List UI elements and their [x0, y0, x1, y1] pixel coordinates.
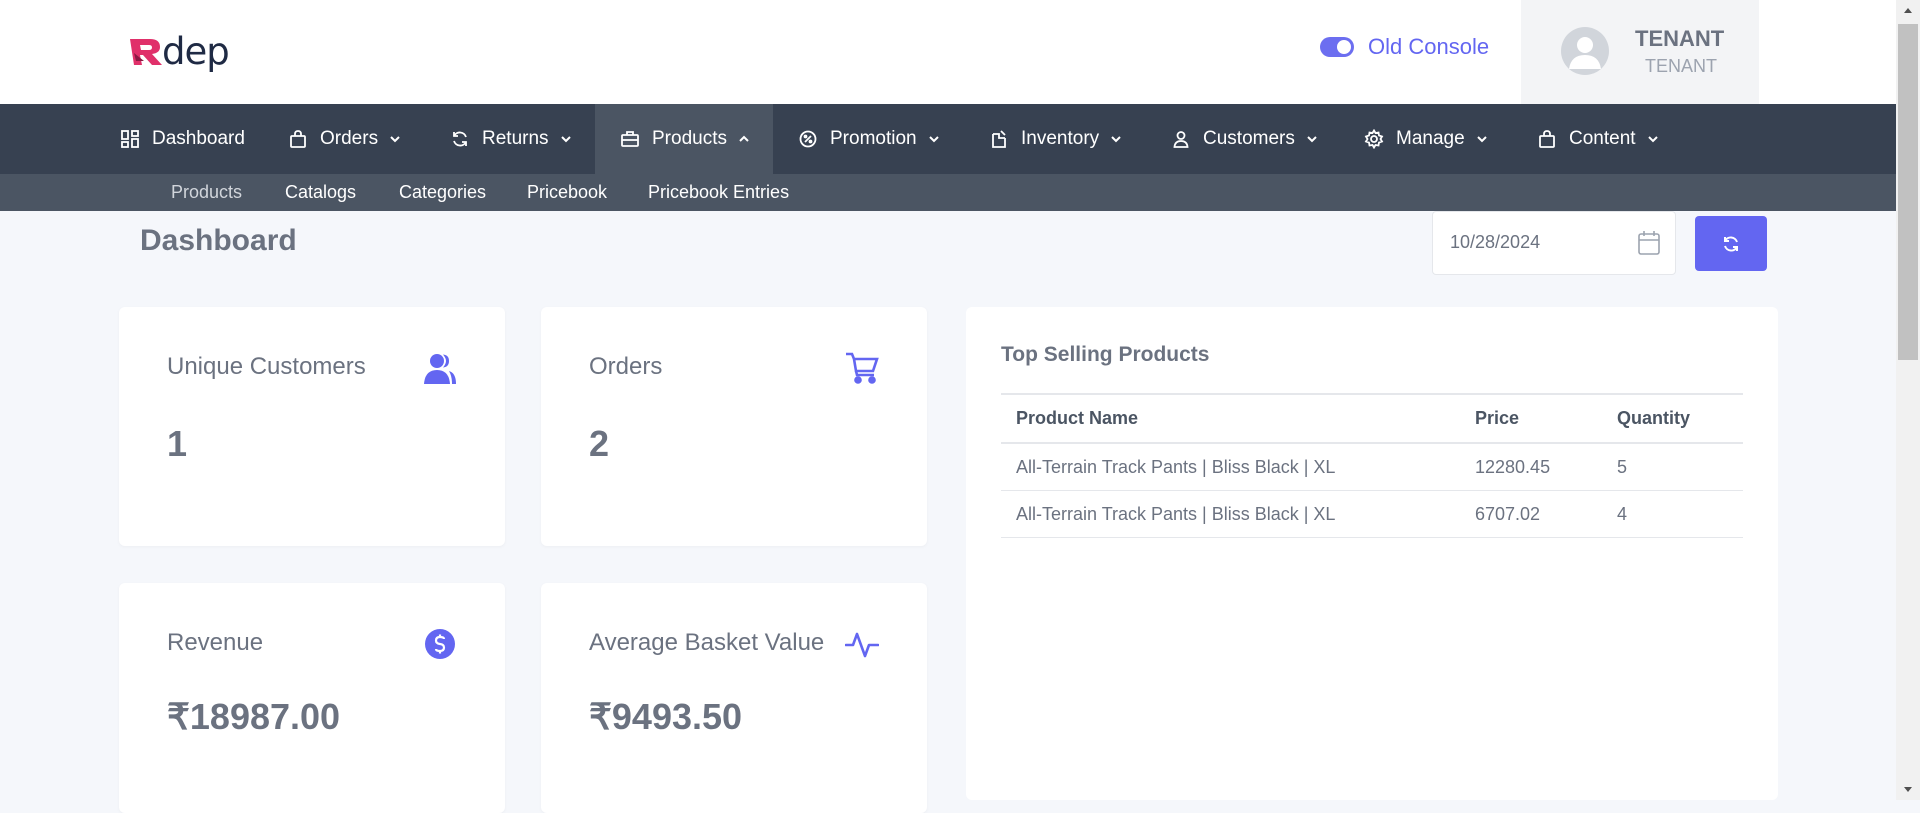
subnav-item-catalogs[interactable]: Catalogs: [285, 174, 356, 211]
card-title: Average Basket Value: [589, 629, 825, 656]
sub-nav: Products Catalogs Categories Pricebook P…: [0, 174, 1896, 211]
chevron-down-icon: [1305, 132, 1319, 146]
chevron-down-icon: [1646, 132, 1660, 146]
table-row[interactable]: All-Terrain Track Pants | Bliss Black | …: [1001, 444, 1743, 491]
nav-label: Products: [652, 128, 727, 149]
card-title: Revenue: [167, 629, 264, 656]
top-selling-table: Product Name Price Quantity All-Terrain …: [1001, 393, 1743, 538]
refresh-icon: [1724, 235, 1738, 252]
subnav-item-categories[interactable]: Categories: [399, 174, 486, 211]
nav-item-dashboard[interactable]: Dashboard: [120, 104, 245, 174]
nav-item-customers[interactable]: Customers: [1171, 104, 1319, 174]
nav-item-orders[interactable]: Orders: [288, 104, 402, 174]
users-icon: [423, 351, 457, 385]
subnav-item-pricebook[interactable]: Pricebook: [527, 174, 607, 211]
table-cell: 6707.02: [1475, 503, 1541, 524]
stat-card-revenue: Revenue ₹18987.00: [119, 583, 505, 813]
refresh-icon: [450, 129, 470, 149]
user-icon: [1171, 129, 1191, 149]
avatar-icon: [1561, 27, 1609, 75]
chevron-down-icon: [1475, 132, 1489, 146]
column-header[interactable]: Price: [1475, 395, 1519, 442]
subnav-item-pricebook-entries[interactable]: Pricebook Entries: [648, 174, 789, 211]
main-nav: Dashboard Orders Returns Products Promot…: [0, 104, 1896, 174]
briefcase-icon: [620, 129, 640, 149]
card-value: ₹9493.50: [589, 696, 743, 737]
nav-item-manage[interactable]: Manage: [1364, 104, 1489, 174]
nav-item-inventory[interactable]: Inventory: [989, 104, 1123, 174]
dollar-icon: [423, 627, 457, 661]
bag-icon: [1537, 129, 1557, 149]
stat-card-average-basket-value: Average Basket Value ₹9493.50: [541, 583, 927, 813]
gear-icon: [1364, 129, 1384, 149]
table-cell: All-Terrain Track Pants | Bliss Black | …: [1016, 456, 1336, 477]
nav-label: Inventory: [1021, 128, 1100, 149]
subnav-item-products[interactable]: Products: [171, 174, 242, 211]
chevron-up-icon: [737, 132, 751, 146]
chevron-down-icon: [388, 132, 402, 146]
page-title: Dashboard: [140, 224, 297, 257]
calendar-icon[interactable]: [1637, 230, 1661, 256]
refresh-button[interactable]: [1695, 216, 1767, 271]
card-title: Orders: [589, 353, 663, 380]
old-console-toggle[interactable]: Old Console: [1320, 34, 1489, 60]
scroll-thumb[interactable]: [1898, 24, 1918, 360]
activity-icon: [844, 627, 880, 661]
app-logo[interactable]: dep: [128, 30, 230, 73]
stat-card-orders: Orders 2: [541, 307, 927, 546]
table-cell: 5: [1617, 456, 1628, 477]
toggle-label[interactable]: Old Console: [1368, 34, 1489, 60]
nav-label: Customers: [1203, 128, 1295, 149]
card-value: 1: [167, 423, 188, 464]
card-value: ₹18987.00: [167, 696, 341, 737]
card-title: Unique Customers: [167, 353, 366, 380]
user-menu[interactable]: TENANT TENANT: [1521, 0, 1759, 104]
nav-label: Returns: [482, 128, 549, 149]
logo-mark-icon: [130, 38, 162, 65]
page-scrollbar[interactable]: [1896, 0, 1920, 800]
user-role: TENANT: [1645, 56, 1717, 76]
table-row[interactable]: All-Terrain Track Pants | Bliss Black | …: [1001, 491, 1743, 538]
nav-label: Manage: [1396, 128, 1465, 149]
date-input-value[interactable]: 10/28/2024: [1450, 232, 1540, 253]
scroll-up-arrow-icon[interactable]: [1896, 0, 1920, 20]
cart-icon: [845, 351, 879, 385]
top-header: dep Old Console TENANT TENANT: [0, 0, 1896, 104]
stat-card-unique-customers: Unique Customers 1: [119, 307, 505, 546]
chevron-down-icon: [927, 132, 941, 146]
user-name: TENANT: [1635, 26, 1725, 51]
nav-label: Content: [1569, 128, 1636, 149]
date-picker[interactable]: 10/28/2024: [1432, 211, 1676, 275]
column-header[interactable]: Quantity: [1617, 395, 1690, 442]
logo-text: dep: [162, 30, 230, 73]
badge-icon: [798, 129, 818, 149]
toggle-switch[interactable]: [1320, 37, 1354, 57]
chevron-down-icon: [1109, 132, 1123, 146]
chevron-down-icon: [559, 132, 573, 146]
nav-item-promotion[interactable]: Promotion: [798, 104, 941, 174]
column-header[interactable]: Product Name: [1016, 395, 1138, 442]
dashboard-icon: [120, 129, 140, 149]
card-value: 2: [589, 423, 610, 464]
nav-item-products[interactable]: Products: [595, 104, 773, 174]
nav-item-returns[interactable]: Returns: [450, 104, 573, 174]
bag-icon: [288, 129, 308, 149]
top-selling-products-card: Top Selling Products Product Name Price …: [966, 307, 1778, 800]
table-cell: 12280.45: [1475, 456, 1551, 477]
nav-label: Promotion: [830, 128, 917, 149]
inventory-icon: [989, 129, 1009, 149]
table-header-row: Product Name Price Quantity: [1001, 395, 1743, 444]
table-cell: 4: [1617, 503, 1628, 524]
table-title: Top Selling Products: [1001, 343, 1210, 366]
scroll-down-arrow-icon[interactable]: [1896, 780, 1920, 800]
nav-item-content[interactable]: Content: [1537, 104, 1660, 174]
nav-label: Orders: [320, 128, 379, 149]
nav-label: Dashboard: [152, 128, 245, 149]
table-cell: All-Terrain Track Pants | Bliss Black | …: [1016, 503, 1336, 524]
